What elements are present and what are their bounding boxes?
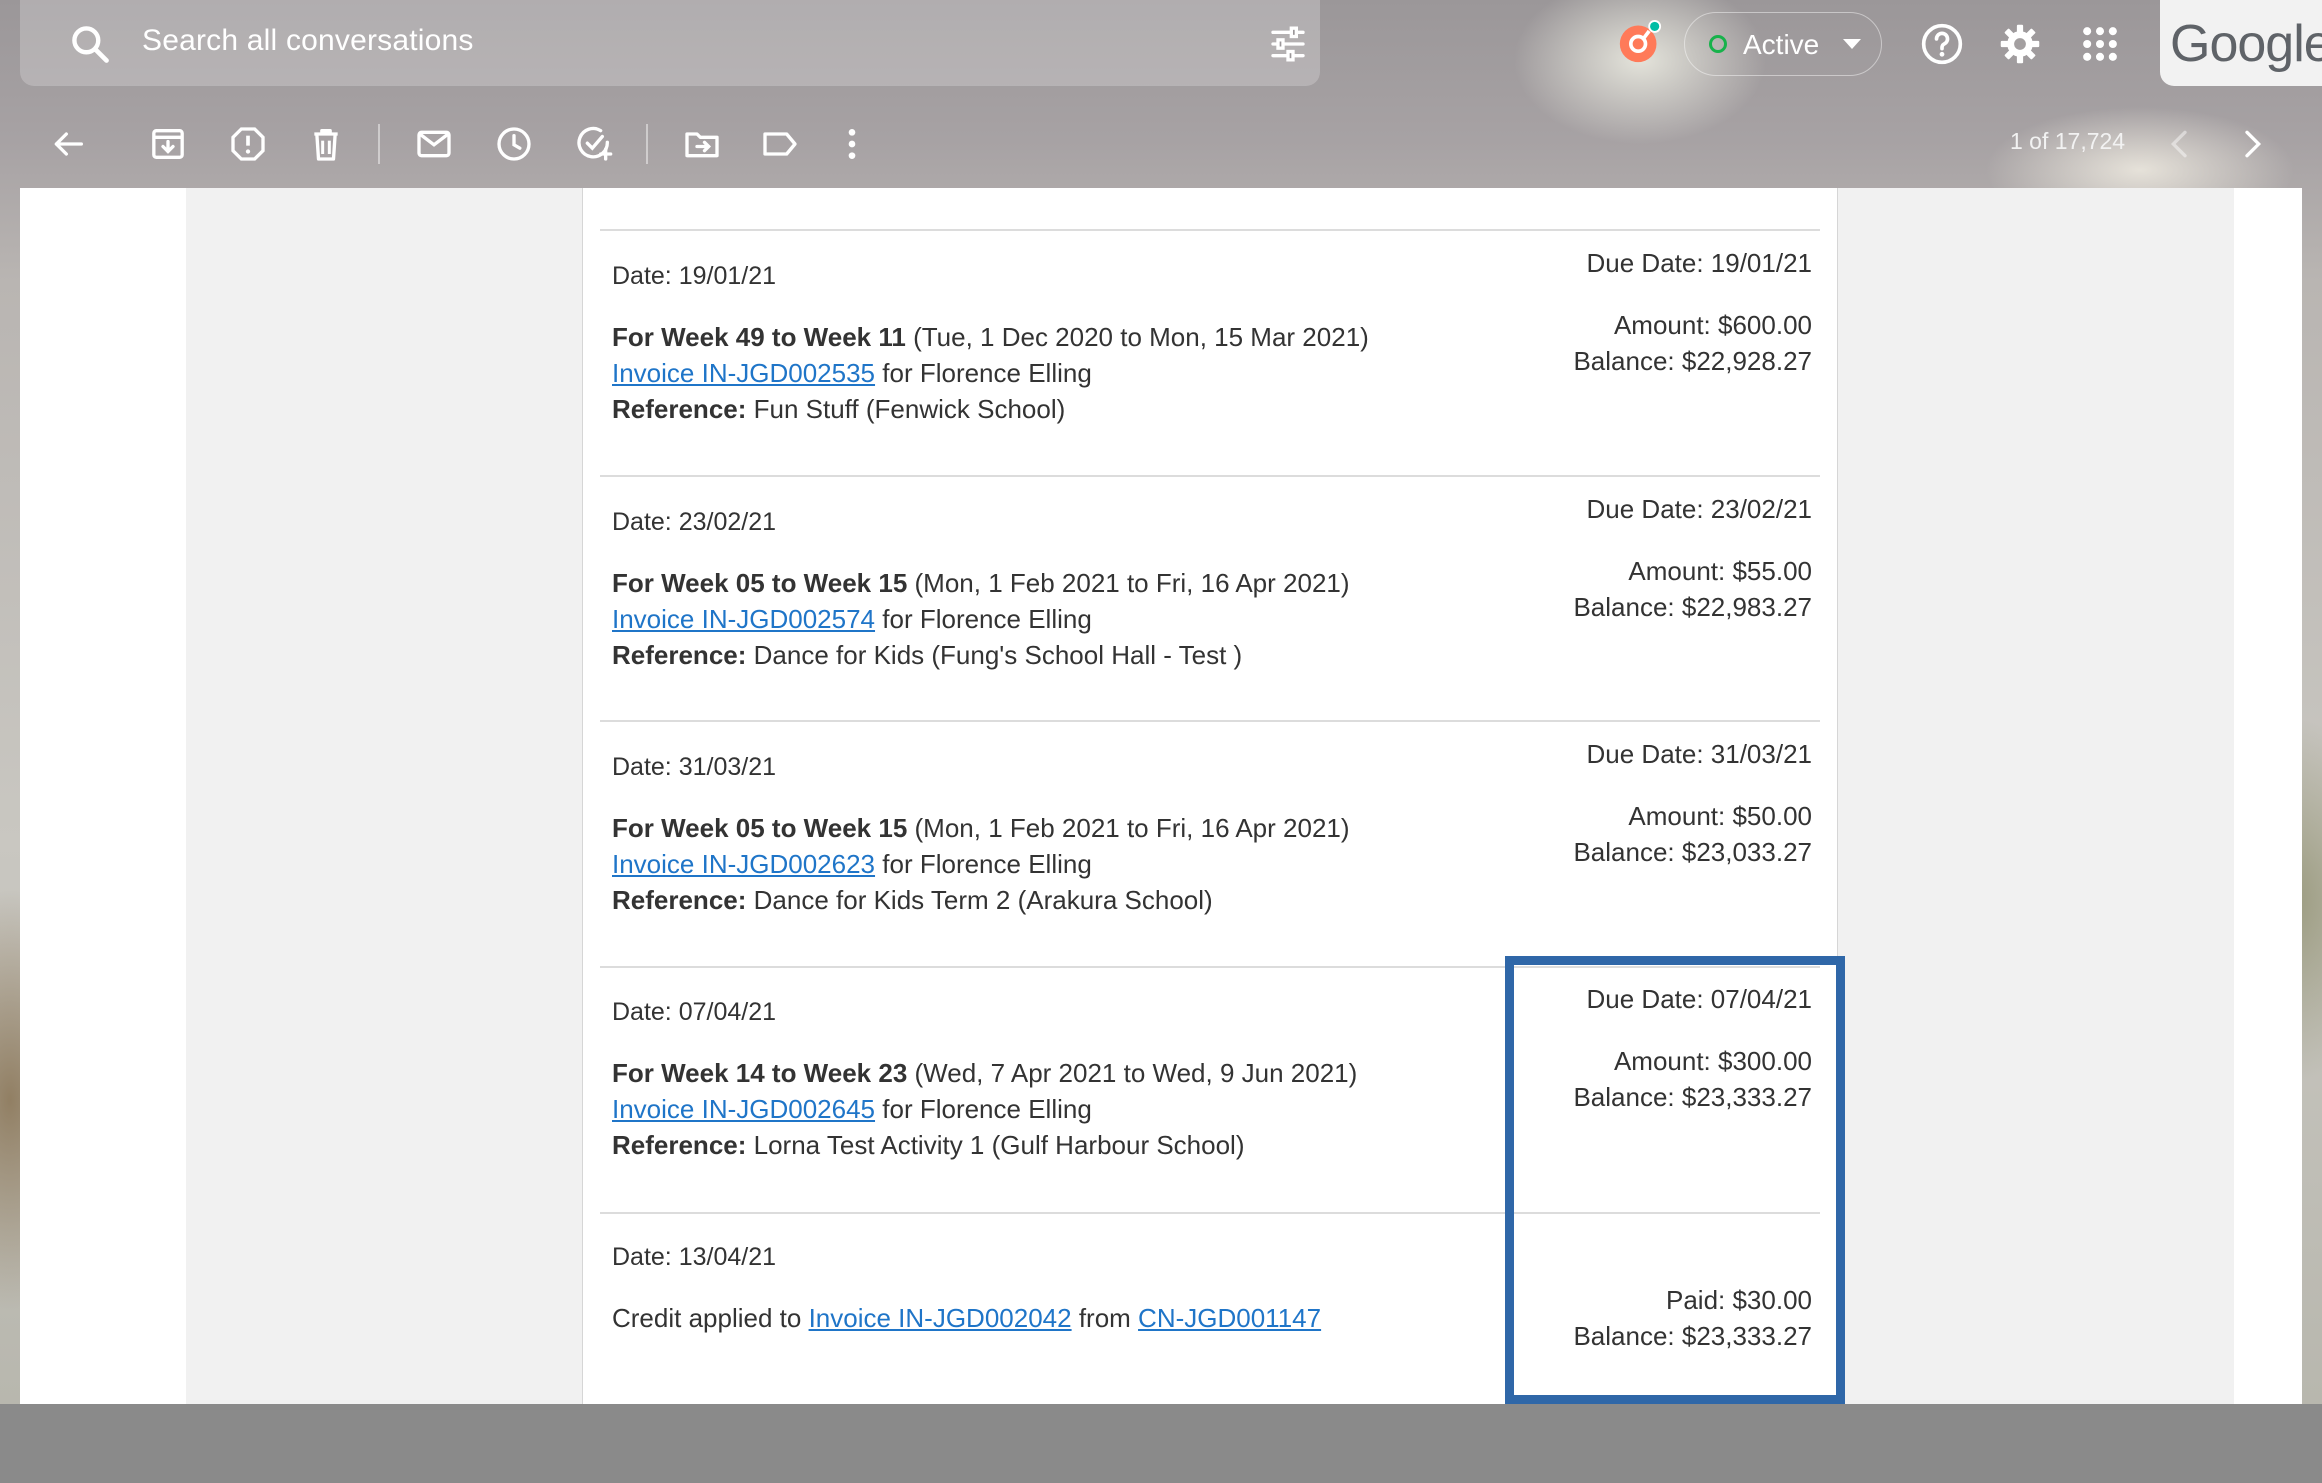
balance: Balance: $22,928.27: [1573, 346, 1812, 376]
gear-icon[interactable]: [1998, 22, 2042, 66]
report-spam-icon[interactable]: [228, 124, 268, 164]
mark-unread-icon[interactable]: [414, 124, 454, 164]
reference-value: Fun Stuff (Fenwick School): [746, 394, 1066, 424]
entry-date-range: (Mon, 1 Feb 2021 to Fri, 16 Apr 2021): [907, 813, 1350, 843]
amount: Amount: $50.00: [1628, 801, 1812, 831]
chevron-right-icon[interactable]: [2232, 124, 2272, 164]
archive-icon[interactable]: [148, 124, 188, 164]
search-bar[interactable]: Search all conversations: [20, 0, 1320, 86]
reference-value: Dance for Kids Term 2 (Arakura School): [746, 885, 1213, 915]
search-input[interactable]: Search all conversations: [142, 24, 474, 58]
tune-icon[interactable]: [1268, 24, 1308, 64]
delete-icon[interactable]: [306, 124, 346, 164]
amount: Amount: $55.00: [1628, 556, 1812, 586]
invoice-link[interactable]: Invoice IN-JGD002574: [612, 604, 875, 634]
add-to-tasks-icon[interactable]: [574, 124, 614, 164]
entry-week-range: For Week 05 to Week 15: [612, 813, 908, 843]
entry-week-range: For Week 14 to Week 23: [612, 1058, 908, 1088]
hubspot-icon[interactable]: [1618, 20, 1662, 64]
entry-period: For Week 05 to Week 15 (Mon, 1 Feb 2021 …: [612, 568, 1350, 599]
entry-date: Date: 31/03/21: [612, 753, 777, 781]
entry-date-range: (Mon, 1 Feb 2021 to Fri, 16 Apr 2021): [907, 568, 1350, 598]
move-to-icon[interactable]: [682, 124, 722, 164]
entry-recipient: for Florence Elling: [875, 604, 1092, 634]
reference-label: Reference:: [612, 640, 747, 670]
entry-date: Date: 13/04/21: [612, 1243, 777, 1271]
balance: Balance: $23,033.27: [1573, 837, 1812, 867]
snooze-clock-icon[interactable]: [494, 124, 534, 164]
google-logo: Google: [2170, 15, 2322, 73]
reference-label: Reference:: [612, 885, 747, 915]
more-vert-icon[interactable]: [832, 124, 872, 164]
credit-note-link[interactable]: CN-JGD001147: [1138, 1303, 1321, 1333]
invoice-link[interactable]: Invoice IN-JGD002042: [809, 1303, 1072, 1333]
pagination-count: 1 of 17,724: [2010, 128, 2126, 154]
due-date: Due Date: 23/02/21: [1586, 494, 1813, 524]
entry-reference: Reference: Dance for Kids (Fung's School…: [612, 640, 1242, 671]
statement-entry: Date: 23/02/21 For Week 05 to Week 15 (M…: [612, 494, 1812, 748]
status-label: Active: [1743, 29, 1820, 60]
entry-invoice-line: Invoice IN-JGD002535 for Florence Elling: [612, 358, 1092, 389]
search-icon[interactable]: [68, 22, 112, 66]
back-arrow-icon[interactable]: [48, 124, 88, 164]
divider: [600, 229, 1820, 231]
due-date: Due Date: 31/03/21: [1586, 739, 1813, 769]
credit-prefix: Credit applied to: [612, 1303, 809, 1333]
credit-line: Credit applied to Invoice IN-JGD002042 f…: [612, 1303, 1321, 1334]
statement-entry: Date: 19/01/21 For Week 49 to Week 11 (T…: [612, 248, 1812, 502]
credit-from-text: from: [1071, 1303, 1139, 1333]
help-icon[interactable]: [1920, 22, 1964, 66]
entry-period: For Week 49 to Week 11 (Tue, 1 Dec 2020 …: [612, 322, 1369, 353]
balance: Balance: $22,983.27: [1573, 592, 1812, 622]
entry-date-range: (Wed, 7 Apr 2021 to Wed, 9 Jun 2021): [907, 1058, 1358, 1088]
chevron-left-icon[interactable]: [2160, 124, 2200, 164]
entry-recipient: for Florence Elling: [875, 358, 1092, 388]
entry-invoice-line: Invoice IN-JGD002623 for Florence Elling: [612, 849, 1092, 880]
entry-recipient: for Florence Elling: [875, 1094, 1092, 1124]
apps-grid-icon[interactable]: [2078, 22, 2122, 66]
entry-recipient: for Florence Elling: [875, 849, 1092, 879]
invoice-link[interactable]: Invoice IN-JGD002623: [612, 849, 875, 879]
reference-value: Dance for Kids (Fung's School Hall - Tes…: [746, 640, 1243, 670]
chevron-down-icon: [1843, 39, 1861, 49]
amount: Amount: $600.00: [1613, 310, 1812, 340]
due-date: Due Date: 19/01/21: [1586, 248, 1813, 278]
invoice-link[interactable]: Invoice IN-JGD002645: [612, 1094, 875, 1124]
entry-period: For Week 05 to Week 15 (Mon, 1 Feb 2021 …: [612, 813, 1350, 844]
reference-label: Reference:: [612, 394, 747, 424]
entry-reference: Reference: Lorna Test Activity 1 (Gulf H…: [612, 1130, 1244, 1161]
entry-week-range: For Week 05 to Week 15: [612, 568, 908, 598]
highlight-box: [1505, 956, 1845, 1404]
entry-week-range: For Week 49 to Week 11: [612, 322, 906, 352]
entry-reference: Reference: Fun Stuff (Fenwick School): [612, 394, 1065, 425]
reference-label: Reference:: [612, 1130, 747, 1160]
label-icon[interactable]: [760, 124, 800, 164]
entry-invoice-line: Invoice IN-JGD002645 for Florence Elling: [612, 1094, 1092, 1125]
status-dot-icon: [1709, 35, 1727, 53]
invoice-link[interactable]: Invoice IN-JGD002535: [612, 358, 875, 388]
email-margin-left: [186, 188, 582, 1404]
google-account-logo[interactable]: Google: [2160, 0, 2322, 86]
toolbar-divider: [378, 124, 380, 164]
entry-date: Date: 23/02/21: [612, 508, 777, 536]
email-margin-right: [1838, 188, 2234, 1404]
reference-value: Lorna Test Activity 1 (Gulf Harbour Scho…: [746, 1130, 1245, 1160]
entry-date-range: (Tue, 1 Dec 2020 to Mon, 15 Mar 2021): [905, 322, 1369, 352]
entry-reference: Reference: Dance for Kids Term 2 (Arakur…: [612, 885, 1213, 916]
entry-date: Date: 19/01/21: [612, 262, 777, 290]
entry-period: For Week 14 to Week 23 (Wed, 7 Apr 2021 …: [612, 1058, 1357, 1089]
entry-invoice-line: Invoice IN-JGD002574 for Florence Elling: [612, 604, 1092, 635]
entry-date: Date: 07/04/21: [612, 998, 777, 1026]
toolbar-divider: [646, 124, 648, 164]
status-chip[interactable]: Active: [1684, 12, 1882, 76]
